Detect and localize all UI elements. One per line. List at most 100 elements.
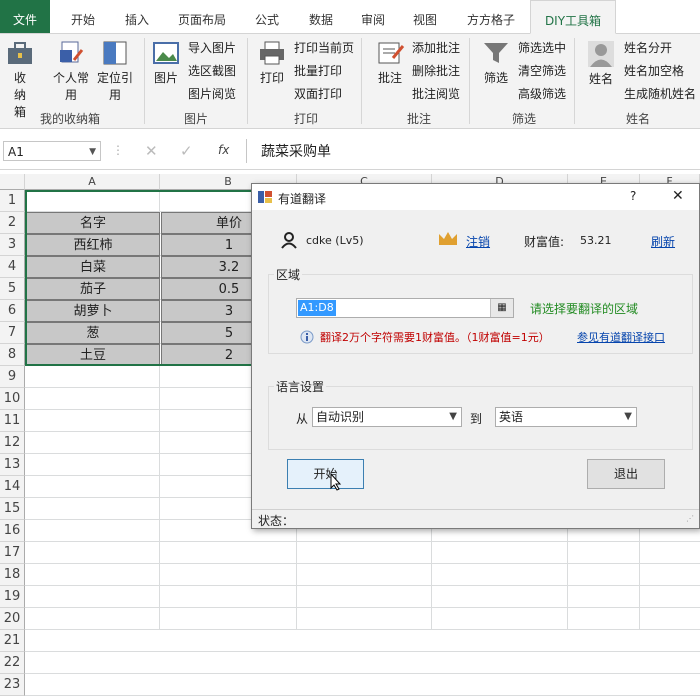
delete-comment-button[interactable]: 删除批注 xyxy=(412,61,460,81)
group-label-comment: 批注 xyxy=(406,112,431,126)
tab-fangfang[interactable]: 方方格子 xyxy=(458,0,524,33)
dialog-title-bar[interactable]: 有道翻译 ? ✕ xyxy=(252,184,699,210)
cancel-icon[interactable]: ✕ xyxy=(145,142,158,160)
row-header[interactable]: 8 xyxy=(0,344,25,366)
tab-formulas[interactable]: 公式 xyxy=(243,0,291,33)
select-all-corner[interactable] xyxy=(0,174,25,190)
status-label: 状态： xyxy=(258,514,295,528)
row-header[interactable]: 10 xyxy=(0,388,25,410)
group-divider xyxy=(469,38,470,124)
filter-selected-button[interactable]: 筛选选中 xyxy=(518,38,566,58)
exit-button[interactable]: 退出 xyxy=(587,459,665,489)
row-header[interactable]: 9 xyxy=(0,366,25,388)
personal-common-button[interactable]: 个人常用 xyxy=(50,40,92,104)
name-box[interactable]: A1 ▼ xyxy=(3,141,101,161)
row-header[interactable]: 19 xyxy=(0,586,25,608)
row-header[interactable]: 13 xyxy=(0,454,25,476)
insert-function-icon[interactable]: fx xyxy=(218,143,229,157)
tab-home[interactable]: 开始 xyxy=(58,0,108,33)
document-edit-icon xyxy=(60,41,84,63)
row-header[interactable]: 12 xyxy=(0,432,25,454)
range-input-value: A1:D8 xyxy=(298,300,336,316)
row-header[interactable]: 5 xyxy=(0,278,25,300)
mouse-cursor-icon xyxy=(330,473,342,491)
youdao-api-link[interactable]: 参见有道翻译接口 xyxy=(577,329,665,345)
tab-review[interactable]: 审阅 xyxy=(350,0,396,33)
row-header[interactable]: 4 xyxy=(0,256,25,278)
browse-comment-button[interactable]: 批注阅览 xyxy=(412,84,460,104)
row-header[interactable]: 3 xyxy=(0,234,25,256)
row-header[interactable]: 15 xyxy=(0,498,25,520)
advanced-filter-button[interactable]: 高级筛选 xyxy=(518,84,566,104)
print-button[interactable]: 打印 xyxy=(254,40,290,87)
duplex-print-button[interactable]: 双面打印 xyxy=(294,84,342,104)
row-header[interactable]: 22 xyxy=(0,652,25,674)
import-picture-label: 导入图片 xyxy=(188,41,237,55)
picture-browse-button[interactable]: 图片阅览 xyxy=(188,84,236,104)
logout-link[interactable]: 注销 xyxy=(466,233,490,250)
locate-icon xyxy=(103,41,127,65)
grid-line xyxy=(25,607,700,608)
row-header[interactable]: 11 xyxy=(0,410,25,432)
clear-filter-button[interactable]: 清空筛选 xyxy=(518,61,566,81)
column-header-a[interactable]: A xyxy=(25,174,160,190)
more-options-icon: ⋮ xyxy=(112,143,124,157)
random-name-button[interactable]: 生成随机姓名 xyxy=(624,84,696,104)
locate-reference-label: 定位引用 xyxy=(96,71,133,102)
split-name-button[interactable]: 姓名分开 xyxy=(624,38,672,58)
resize-grip-icon[interactable]: ⋰ xyxy=(686,514,694,523)
area-screenshot-button[interactable]: 选区截图 xyxy=(188,61,236,81)
filter-selected-label: 筛选选中 xyxy=(518,41,567,55)
row-header[interactable]: 6 xyxy=(0,300,25,322)
source-language-select[interactable]: 自动识别 ▼ xyxy=(312,407,462,427)
chevron-down-icon: ▼ xyxy=(449,411,457,422)
row-header[interactable]: 20 xyxy=(0,608,25,630)
group-divider xyxy=(144,38,145,124)
tab-diy-toolbox[interactable]: DIY工具箱 xyxy=(530,0,616,34)
row-header[interactable]: 2 xyxy=(0,212,25,234)
row-header[interactable]: 7 xyxy=(0,322,25,344)
row-header[interactable]: 23 xyxy=(0,674,25,696)
tab-insert[interactable]: 插入 xyxy=(112,0,162,33)
tab-file[interactable]: 文件 xyxy=(0,0,50,33)
close-button[interactable]: ✕ xyxy=(672,188,684,204)
name-add-space-button[interactable]: 姓名加空格 xyxy=(624,61,684,81)
refresh-link[interactable]: 刷新 xyxy=(651,233,675,250)
row-header[interactable]: 18 xyxy=(0,564,25,586)
formula-bar: A1 ▼ ⋮ ✕ ✓ fx 蔬菜采购单 xyxy=(0,135,700,170)
name-label: 姓名 xyxy=(588,72,613,86)
import-picture-button[interactable]: 导入图片 xyxy=(188,38,236,58)
row-header[interactable]: 14 xyxy=(0,476,25,498)
tab-data[interactable]: 数据 xyxy=(298,0,344,33)
comment-icon xyxy=(378,42,405,64)
help-button[interactable]: ? xyxy=(630,189,636,203)
start-button[interactable]: 开始 xyxy=(287,459,364,489)
user-name: cdke (Lv5) xyxy=(306,234,364,247)
range-input[interactable]: A1:D8 ▦ xyxy=(296,298,514,318)
picture-button[interactable]: 图片 xyxy=(148,40,184,87)
row-header[interactable]: 1 xyxy=(0,190,25,212)
name-button[interactable]: 姓名 xyxy=(582,40,620,88)
comment-label: 批注 xyxy=(377,71,402,85)
locate-reference-button[interactable]: 定位引用 xyxy=(96,40,134,104)
range-picker-icon[interactable]: ▦ xyxy=(490,299,513,317)
filter-button[interactable]: 筛选 xyxy=(478,40,514,87)
formula-input[interactable]: 蔬菜采购单 xyxy=(246,139,700,163)
row-header[interactable]: 21 xyxy=(0,630,25,652)
range-hint: 请选择要翻译的区域 xyxy=(530,302,639,316)
comment-button[interactable]: 批注 xyxy=(372,40,408,87)
info-icon xyxy=(300,330,314,344)
tab-page-layout[interactable]: 页面布局 xyxy=(170,0,234,33)
add-comment-label: 添加批注 xyxy=(412,41,461,55)
confirm-icon[interactable]: ✓ xyxy=(180,142,193,160)
print-current-page-button[interactable]: 打印当前页 xyxy=(294,38,354,58)
target-language-select[interactable]: 英语 ▼ xyxy=(495,407,637,427)
filter-label: 筛选 xyxy=(483,71,508,85)
tab-view[interactable]: 视图 xyxy=(402,0,448,33)
row-header[interactable]: 16 xyxy=(0,520,25,542)
from-label: 从 xyxy=(296,412,309,426)
row-header[interactable]: 17 xyxy=(0,542,25,564)
add-comment-button[interactable]: 添加批注 xyxy=(412,38,460,58)
batch-print-button[interactable]: 批量打印 xyxy=(294,61,342,81)
storage-box-button[interactable]: 收纳箱 xyxy=(2,40,38,121)
